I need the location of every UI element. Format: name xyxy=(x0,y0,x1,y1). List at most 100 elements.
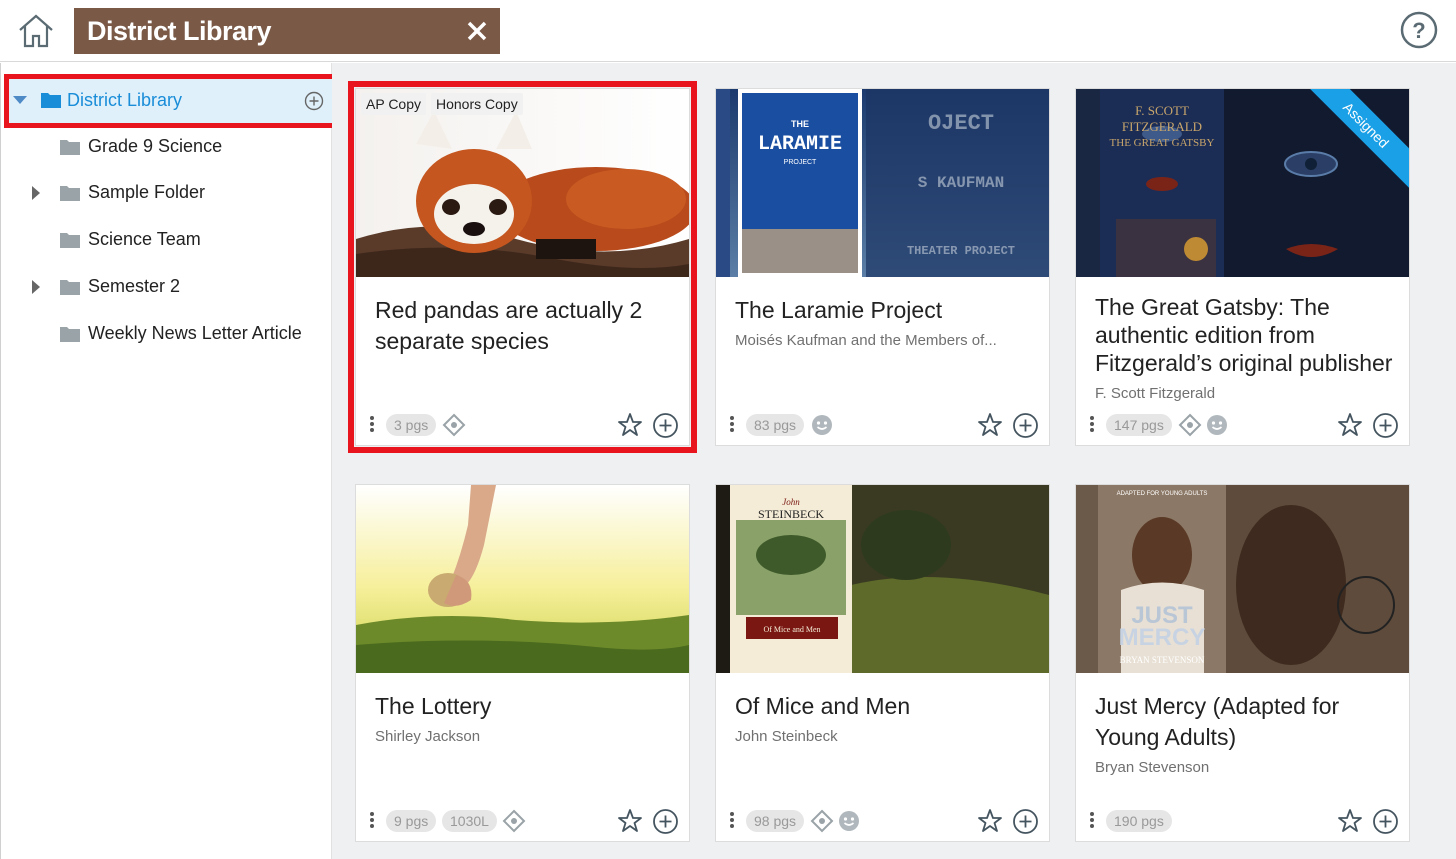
text-card[interactable]: AP Copy Honors Copy Red pandas are actua… xyxy=(348,81,697,453)
close-icon xyxy=(467,21,487,41)
sidebar-item-label: Semester 2 xyxy=(88,276,181,296)
favorite-star-icon[interactable] xyxy=(977,412,1003,438)
favorite-star-icon[interactable] xyxy=(617,412,643,438)
favorite-star-icon[interactable] xyxy=(1337,412,1363,438)
svg-text:John: John xyxy=(782,497,800,507)
text-card[interactable]: F. SCOTT FITZGERALD THE GREAT GATSBY Ass… xyxy=(1075,88,1410,446)
help-icon: ? xyxy=(1400,11,1438,49)
text-card[interactable]: THE LARAMIE PROJECT OJECT S KAUFMAN THEA… xyxy=(715,88,1050,446)
card-author: John Steinbeck xyxy=(735,728,838,745)
svg-text:F. SCOTT: F. SCOTT xyxy=(1135,103,1189,118)
svg-text:S KAUFMAN: S KAUFMAN xyxy=(918,174,1004,192)
drama-face-icon xyxy=(812,415,832,435)
card-title: Just Mercy (Adapted for Young Adults) xyxy=(1095,693,1340,750)
svg-text:BRYAN STEVENSON: BRYAN STEVENSON xyxy=(1120,655,1205,665)
caret-down-icon[interactable] xyxy=(13,96,27,104)
more-options-icon[interactable] xyxy=(369,811,375,831)
card-footer: 9 pgs 1030L xyxy=(356,801,689,841)
top-bar: District Library ? xyxy=(0,0,1456,62)
page-count: 3 pgs xyxy=(386,414,437,436)
sidebar-item-label: Grade 9 Science xyxy=(88,136,223,156)
card-author: F. Scott Fitzgerald xyxy=(1095,385,1216,402)
card-footer: 3 pgs xyxy=(356,405,689,445)
folder-icon xyxy=(60,280,80,295)
home-button[interactable] xyxy=(16,12,56,50)
svg-text:?: ? xyxy=(1412,18,1425,43)
more-options-icon[interactable] xyxy=(1089,415,1095,435)
more-options-icon[interactable] xyxy=(729,811,735,831)
text-card[interactable]: John STEINBECK Of Mice and Men Of Mice a… xyxy=(715,484,1050,842)
svg-text:THE GREAT GATSBY: THE GREAT GATSBY xyxy=(1110,137,1215,149)
tree-root-label: District Library xyxy=(67,90,183,110)
page-count: 83 pgs xyxy=(746,414,805,436)
add-to-folder-icon[interactable] xyxy=(1372,808,1399,835)
sidebar-item-semester-2[interactable]: Semester 2 xyxy=(1,267,331,307)
home-icon xyxy=(19,14,53,48)
caret-right-icon[interactable] xyxy=(32,186,40,200)
card-author: Bryan Stevenson xyxy=(1095,759,1210,776)
card-footer: 98 pgs xyxy=(716,801,1049,841)
card-title: Red pandas are actually 2 separate speci… xyxy=(375,297,643,354)
more-options-icon[interactable] xyxy=(729,415,735,435)
card-author: Moisés Kaufman and the Members of... xyxy=(735,332,997,349)
sidebar-item-label: Science Team xyxy=(88,229,201,249)
card-title: The Lottery xyxy=(375,693,492,719)
sidebar-item-label: Weekly News Letter Article xyxy=(88,323,302,343)
svg-text:Of Mice and Men: Of Mice and Men xyxy=(763,625,820,634)
nonfiction-icon xyxy=(810,809,834,833)
page-count: 190 pgs xyxy=(1106,810,1172,832)
more-options-icon[interactable] xyxy=(1089,811,1095,831)
folder-sidebar: District Library Grade 9 Science Sample … xyxy=(0,63,338,859)
card-thumbnail: John STEINBECK Of Mice and Men xyxy=(716,485,1049,673)
drama-face-icon xyxy=(839,811,859,831)
sidebar-item-sample-folder[interactable]: Sample Folder xyxy=(1,173,331,213)
add-to-folder-icon[interactable] xyxy=(1372,412,1399,439)
nonfiction-icon xyxy=(1178,413,1202,437)
folder-icon xyxy=(41,93,61,108)
folder-icon xyxy=(60,140,80,155)
text-card[interactable]: ADAPTED FOR YOUNG ADULTS JUST MERCY BRYA… xyxy=(1075,484,1410,842)
svg-text:LARAMIE: LARAMIE xyxy=(758,133,842,156)
book-cover-image: ADAPTED FOR YOUNG ADULTS JUST MERCY BRYA… xyxy=(1076,485,1409,673)
card-title: The Laramie Project xyxy=(735,297,943,323)
favorite-star-icon[interactable] xyxy=(977,808,1003,834)
tree-root-highlight: District Library xyxy=(9,79,333,123)
svg-text:ADAPTED FOR YOUNG ADULTS: ADAPTED FOR YOUNG ADULTS xyxy=(1117,491,1208,497)
svg-text:MERCY: MERCY xyxy=(1119,624,1206,651)
library-grid: AP Copy Honors Copy Red pandas are actua… xyxy=(332,63,1456,859)
library-title: District Library xyxy=(87,16,272,46)
favorite-star-icon[interactable] xyxy=(617,808,643,834)
library-title-bar: District Library xyxy=(74,8,500,54)
card-footer: 190 pgs xyxy=(1076,801,1409,841)
favorite-star-icon[interactable] xyxy=(1337,808,1363,834)
page-count: 9 pgs xyxy=(386,810,437,832)
folder-icon xyxy=(60,327,80,342)
svg-text:STEINBECK: STEINBECK xyxy=(758,507,824,521)
add-to-folder-icon[interactable] xyxy=(652,412,679,439)
drama-face-icon xyxy=(1207,415,1227,435)
hand-holding-stone-image xyxy=(356,485,689,673)
sidebar-item-science-team[interactable]: Science Team xyxy=(1,220,331,260)
nonfiction-icon xyxy=(442,413,466,437)
caret-right-icon[interactable] xyxy=(32,280,40,294)
folder-icon xyxy=(60,186,80,201)
add-to-folder-icon[interactable] xyxy=(1012,808,1039,835)
sidebar-item-grade-9-science[interactable]: Grade 9 Science xyxy=(1,127,331,167)
help-button[interactable]: ? xyxy=(1399,10,1439,50)
add-folder-icon[interactable] xyxy=(304,91,324,111)
tag-ap-copy: AP Copy xyxy=(361,93,426,115)
card-title: The Great Gatsby: The authentic edition … xyxy=(1095,294,1393,376)
svg-text:THE: THE xyxy=(791,119,809,129)
sidebar-item-weekly-news-letter-article[interactable]: Weekly News Letter Article xyxy=(1,314,331,354)
close-button[interactable] xyxy=(464,18,490,44)
card-thumbnail: THE LARAMIE PROJECT OJECT S KAUFMAN THEA… xyxy=(716,89,1049,277)
card-author: Shirley Jackson xyxy=(375,728,481,745)
add-to-folder-icon[interactable] xyxy=(1012,412,1039,439)
svg-text:OJECT: OJECT xyxy=(928,111,994,136)
tree-root-district-library[interactable]: District Library xyxy=(4,74,338,128)
card-footer: 83 pgs xyxy=(716,405,1049,445)
more-options-icon[interactable] xyxy=(369,415,375,435)
add-to-folder-icon[interactable] xyxy=(652,808,679,835)
card-thumbnail xyxy=(356,89,689,277)
text-card[interactable]: The Lottery Shirley Jackson 9 pgs 1030L xyxy=(355,484,690,842)
